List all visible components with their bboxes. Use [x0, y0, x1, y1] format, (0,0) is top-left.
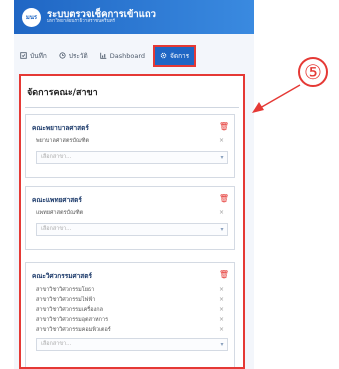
check-icon [20, 51, 27, 61]
program-item: พยาบาลศาสตรบัณฑิต × [36, 137, 224, 144]
faculty-name: คณะพยาบาลศาสตร์ [32, 124, 89, 132]
trash-icon[interactable]: 🗑 [219, 194, 229, 203]
app-header: มนร ระบบตรวจเช็คการเข้าแถว มหาวิทยาลัยนร… [14, 0, 254, 34]
remove-icon[interactable]: × [219, 209, 224, 216]
chevron-down-icon: ▾ [220, 154, 224, 161]
remove-icon[interactable]: × [219, 326, 224, 333]
faculty-card: คณะวิศวกรรมศาสตร์ 🗑 สาขาวิชาวิศวกรรมโยธา… [25, 262, 235, 367]
trash-icon[interactable]: 🗑 [219, 270, 229, 279]
remove-icon[interactable]: × [219, 296, 224, 303]
program-select[interactable]: เลือกสาขา... ▾ [36, 223, 228, 236]
program-select[interactable]: เลือกสาขา... ▾ [36, 151, 228, 164]
chevron-down-icon: ▾ [220, 341, 224, 348]
program-item: สาขาวิชาวิศวกรรมเครื่องกล × [36, 306, 224, 313]
arrow-icon [252, 84, 301, 113]
program-select[interactable]: เลือกสาขา... ▾ [36, 338, 228, 351]
program-item: สาขาวิชาวิศวกรรมอุตสาหการ × [36, 316, 224, 323]
program-item: สาขาวิชาวิศวกรรมโยธา × [36, 286, 224, 293]
program-item: แพทยศาสตรบัณฑิต × [36, 209, 224, 216]
gear-icon [160, 52, 167, 61]
divider [25, 107, 239, 108]
manage-faculty-panel: จัดการคณะ/สาขา คณะพยาบาลศาสตร์ 🗑 พยาบาลศ… [19, 74, 245, 369]
trash-icon[interactable]: 🗑 [219, 122, 229, 131]
remove-icon[interactable]: × [219, 316, 224, 323]
tab-record[interactable]: บันทึก [20, 47, 47, 65]
history-icon [59, 51, 66, 61]
remove-icon[interactable]: × [219, 306, 224, 313]
panel-title: จัดการคณะ/สาขา [27, 88, 98, 98]
tab-dashboard[interactable]: Dashboard [100, 47, 145, 65]
faculty-card: คณะพยาบาลศาสตร์ 🗑 พยาบาลศาสตรบัณฑิต × เล… [25, 114, 235, 178]
app-window: มนร ระบบตรวจเช็คการเข้าแถว มหาวิทยาลัยนร… [14, 0, 254, 369]
faculty-name: คณะวิศวกรรมศาสตร์ [32, 272, 92, 280]
tab-manage[interactable]: จัดการ [153, 45, 197, 67]
app-subtitle: มหาวิทยาลัยนราธิวาสราชนครินทร์ [47, 18, 116, 24]
program-item: สาขาวิชาวิศวกรรมไฟฟ้า × [36, 296, 224, 303]
faculty-name: คณะแพทยศาสตร์ [32, 196, 82, 204]
remove-icon[interactable]: × [219, 137, 224, 144]
dashboard-icon [100, 52, 107, 61]
chevron-down-icon: ▾ [220, 226, 224, 233]
tab-bar: บันทึก ประวัติ Dashboard จัดการ [20, 45, 197, 67]
app-logo: มนร [22, 7, 41, 27]
remove-icon[interactable]: × [219, 286, 224, 293]
program-item: สาขาวิชาวิศวกรรมคอมพิวเตอร์ × [36, 326, 224, 333]
tab-history[interactable]: ประวัติ [59, 47, 88, 65]
faculty-card: คณะแพทยศาสตร์ 🗑 แพทยศาสตรบัณฑิต × เลือกส… [25, 186, 235, 250]
